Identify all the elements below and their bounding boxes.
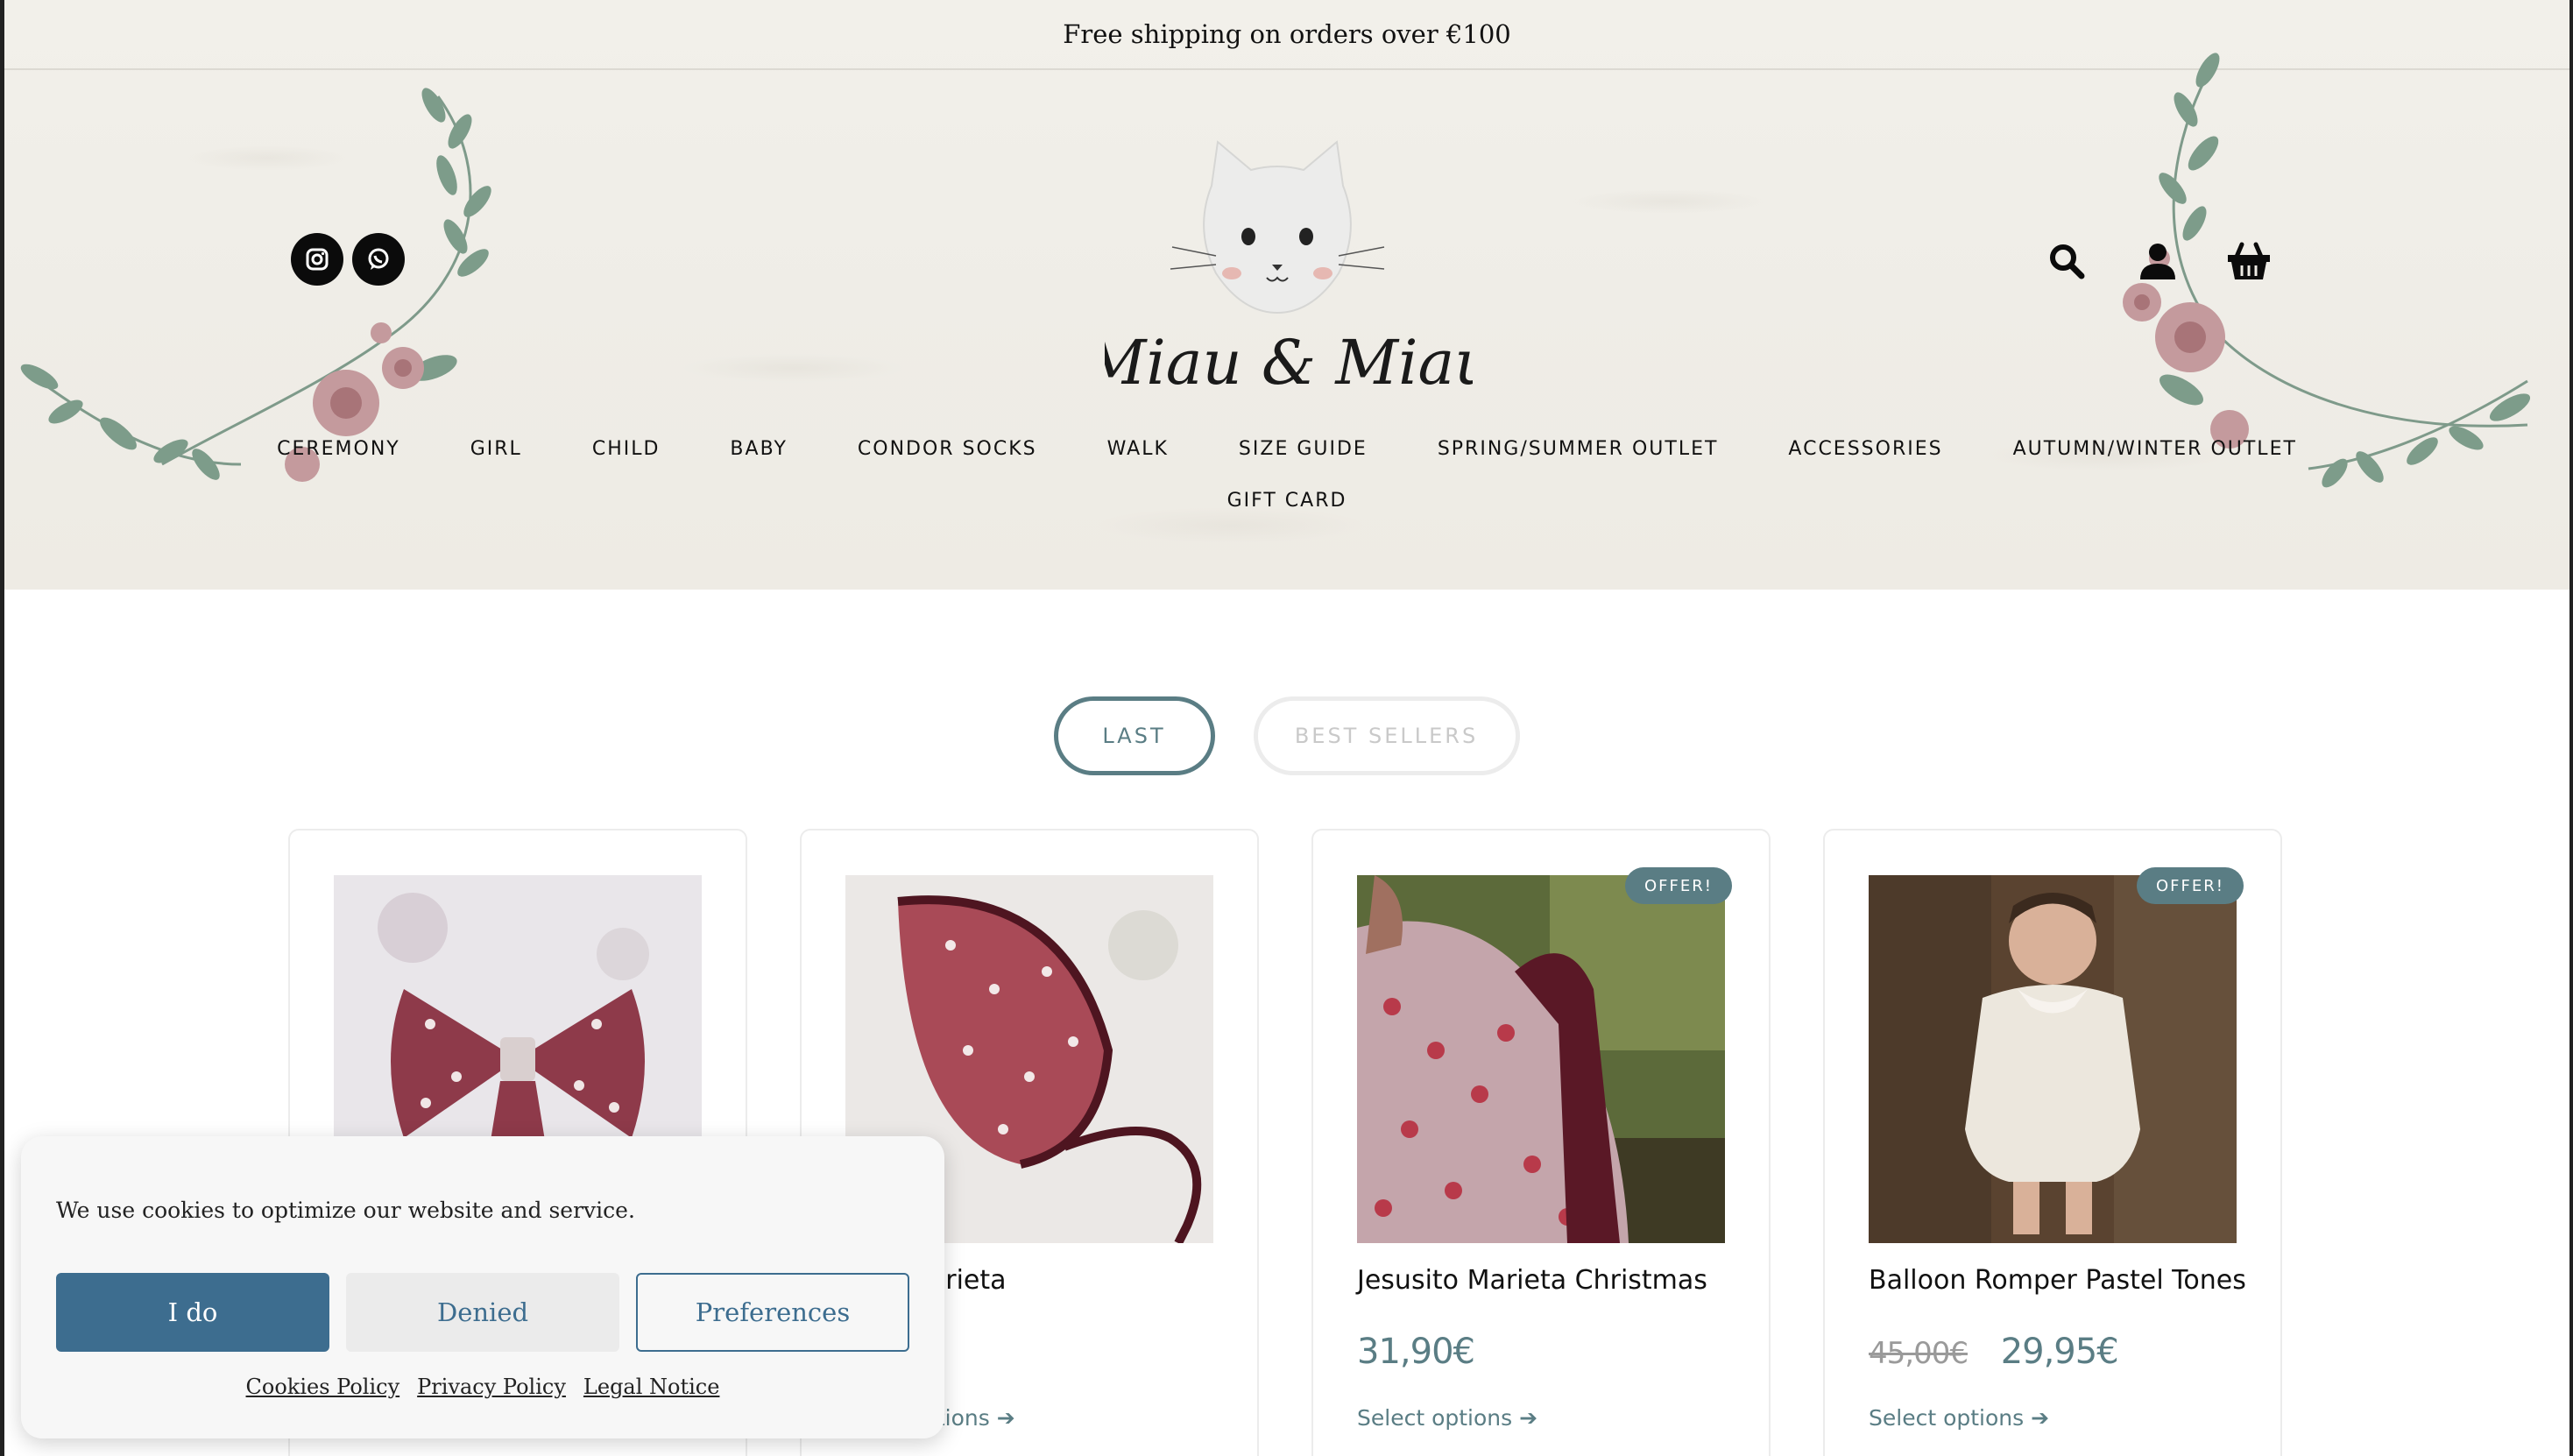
announcement-text: Free shipping on orders over €100 xyxy=(1063,19,1511,49)
basket-button[interactable] xyxy=(2223,235,2275,287)
select-options-label: Select options xyxy=(1869,1405,2025,1431)
product-tabs: LAST BEST SELLERS xyxy=(0,696,2573,775)
nav-item-size-guide[interactable]: SIZE GUIDE xyxy=(1204,438,1403,460)
whatsapp-icon xyxy=(368,248,389,270)
account-icon xyxy=(2140,244,2175,279)
deny-cookies-button[interactable]: Denied xyxy=(346,1273,619,1352)
whatsapp-button[interactable] xyxy=(352,233,405,286)
social-links xyxy=(291,233,405,286)
offer-badge: OFFER! xyxy=(2137,867,2244,904)
svg-text:Miau & Miau: Miau & Miau xyxy=(1105,327,1473,399)
arrow-right-icon: ➔ xyxy=(2031,1405,2050,1431)
legal-notice-link[interactable]: Legal Notice xyxy=(583,1375,720,1399)
cookies-policy-link[interactable]: Cookies Policy xyxy=(246,1375,400,1399)
nav-item-accessories[interactable]: ACCESSORIES xyxy=(1753,438,1977,460)
site-header: Free shipping on orders over €100 iau & … xyxy=(4,0,2569,590)
product-image[interactable] xyxy=(1869,875,2237,1243)
arrow-right-icon: ➔ xyxy=(1519,1405,1538,1431)
product-card[interactable]: OFFER! Jesusito Marieta Christmas 31,90€… xyxy=(1311,829,1771,1456)
accept-cookies-button[interactable]: I do xyxy=(56,1273,329,1352)
nav-item-gift-card[interactable]: GIFT CARD xyxy=(1192,490,1382,512)
nav-item-baby[interactable]: BABY xyxy=(695,438,822,460)
product-old-price: 45,00€ xyxy=(1869,1336,1969,1371)
nav-item-condor-socks[interactable]: CONDOR SOCKS xyxy=(823,438,1072,460)
select-options-label: Select options xyxy=(1357,1405,1513,1431)
arrow-right-icon: ➔ xyxy=(996,1405,1015,1431)
floral-decoration-left xyxy=(20,88,491,482)
cookie-message: We use cookies to optimize our website a… xyxy=(56,1198,635,1223)
product-title[interactable]: Balloon Romper Pastel Tones xyxy=(1869,1265,2246,1296)
product-title[interactable]: Jesusito Marieta Christmas xyxy=(1357,1265,1707,1296)
brand-wordmark: Miau & Miau xyxy=(1082,327,1495,399)
product-current-price: 31,90€ xyxy=(1357,1332,1475,1372)
privacy-policy-link[interactable]: Privacy Policy xyxy=(417,1375,566,1399)
cookie-policy-links: Cookies Policy Privacy Policy Legal Noti… xyxy=(21,1375,944,1399)
cookie-preferences-button[interactable]: Preferences xyxy=(636,1273,909,1352)
nav-item-ceremony[interactable]: CEREMONY xyxy=(242,438,435,460)
product-price: 45,00€ 29,95€ xyxy=(1869,1332,2119,1372)
nav-item-child[interactable]: CHILD xyxy=(557,438,696,460)
select-options-link[interactable]: Select options ➔ xyxy=(1869,1405,2049,1431)
nav-item-girl[interactable]: GIRL xyxy=(435,438,557,460)
tab-best-sellers[interactable]: BEST SELLERS xyxy=(1253,696,1520,775)
nav-row-2: GIFT CARD xyxy=(4,490,2569,512)
main-navigation: CEREMONY GIRL CHILD BABY CONDOR SOCKS WA… xyxy=(4,438,2569,512)
brand-logo-text: Miau & Miau xyxy=(1082,315,1495,412)
account-button[interactable] xyxy=(2131,235,2184,287)
cookie-consent-banner: We use cookies to optimize our website a… xyxy=(21,1136,944,1438)
product-image[interactable] xyxy=(1357,875,1725,1243)
instagram-icon xyxy=(306,248,329,271)
nav-item-autumn-winter-outlet[interactable]: AUTUMN/WINTER OUTLET xyxy=(1978,438,2332,460)
product-price: 31,90€ xyxy=(1357,1332,1475,1372)
nav-row-1: CEREMONY GIRL CHILD BABY CONDOR SOCKS WA… xyxy=(4,438,2569,460)
product-photo-romper xyxy=(1869,875,2237,1243)
search-button[interactable] xyxy=(2040,235,2093,287)
product-card[interactable]: OFFER! Balloon Romper Pastel Tones 45,00… xyxy=(1823,829,2282,1456)
basket-icon xyxy=(2228,242,2270,279)
brand-logo-cat xyxy=(1170,140,1385,315)
offer-badge: OFFER! xyxy=(1625,867,1732,904)
select-options-link[interactable]: Select options ➔ xyxy=(1357,1405,1537,1431)
nav-item-spring-summer-outlet[interactable]: SPRING/SUMMER OUTLET xyxy=(1403,438,1754,460)
instagram-button[interactable] xyxy=(291,233,343,286)
header-actions xyxy=(2040,235,2275,287)
product-current-price: 29,95€ xyxy=(2000,1332,2119,1372)
product-photo-jesusito xyxy=(1357,875,1725,1243)
nav-item-walk[interactable]: WALK xyxy=(1072,438,1204,460)
search-icon xyxy=(2050,244,2085,279)
tab-last[interactable]: LAST xyxy=(1053,696,1215,775)
